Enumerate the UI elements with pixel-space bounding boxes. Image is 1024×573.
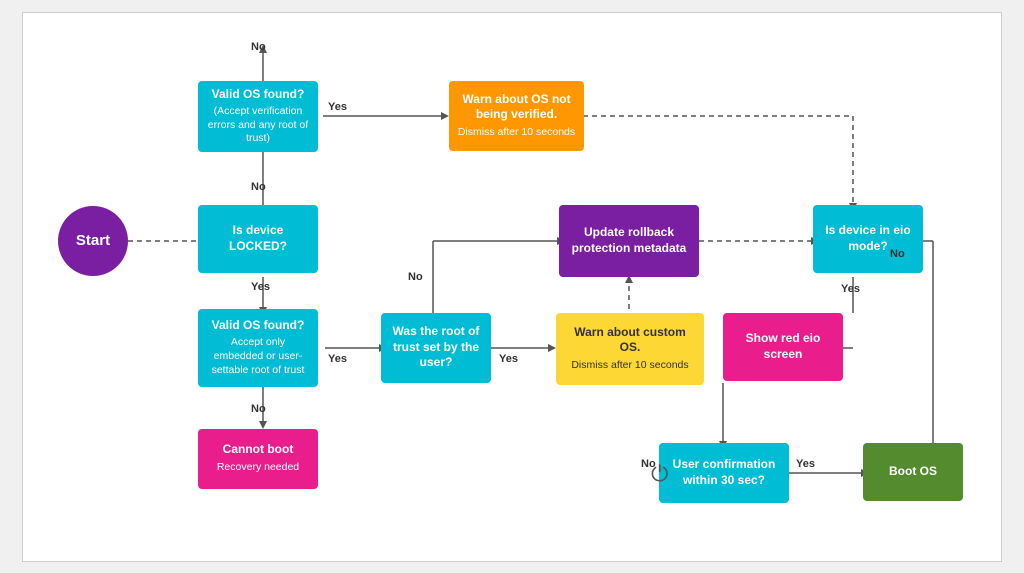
label-yes-5: Yes (841, 283, 860, 295)
valid-os-1-node: Valid OS found? (Accept verification err… (198, 81, 318, 153)
user-confirm-node: User confirmation within 30 sec? (659, 443, 789, 503)
warn-os-node: Warn about OS not being verified. Dismis… (449, 81, 584, 151)
label-no-4: No (408, 271, 423, 283)
eio-mode-node: Is device in eio mode? (813, 205, 923, 273)
start-node: Start (58, 206, 128, 276)
label-yes-1: Yes (328, 101, 347, 113)
label-no-5: No (890, 248, 905, 260)
label-yes-3: Yes (328, 353, 347, 365)
red-eio-node: Show red eio screen (723, 313, 843, 381)
label-no-3: No (251, 403, 266, 415)
label-yes-2: Yes (251, 281, 270, 293)
diagram-container: Start Valid OS found? (Accept verificati… (22, 12, 1002, 562)
boot-os-node: Boot OS (863, 443, 963, 501)
warn-custom-node: Warn about custom OS. Dismiss after 10 s… (556, 313, 704, 385)
label-no-2: No (251, 181, 266, 193)
label-no-6: No (641, 458, 656, 470)
label-yes-6: Yes (796, 458, 815, 470)
cannot-boot-node: Cannot boot Recovery needed (198, 429, 318, 489)
locked-node: Is device LOCKED? (198, 205, 318, 273)
label-no-1: No (251, 41, 266, 53)
root-trust-node: Was the root of trust set by the user? (381, 313, 491, 383)
rollback-node: Update rollback protection metadata (559, 205, 699, 277)
label-yes-4: Yes (499, 353, 518, 365)
valid-os-2-node: Valid OS found? Accept only embedded or … (198, 309, 318, 387)
